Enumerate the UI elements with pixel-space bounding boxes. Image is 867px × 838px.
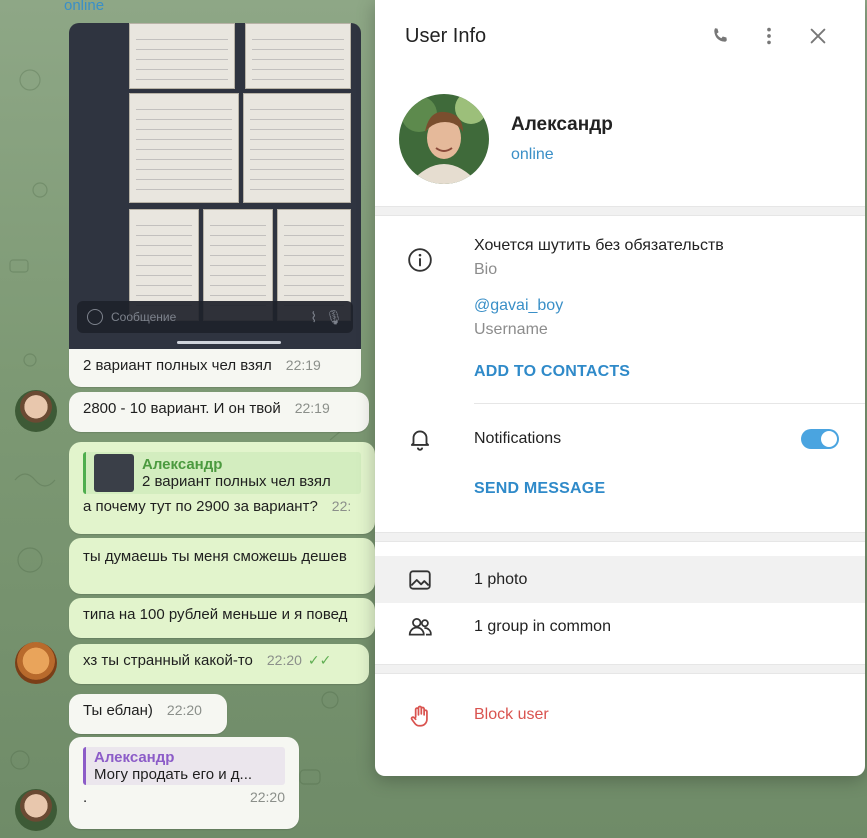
message-text: 2 вариант полных чел взял (83, 357, 272, 374)
message-bubble[interactable]: типа на 100 рублей меньше и я повед (69, 598, 375, 638)
groups-row[interactable]: 1 group in common (375, 603, 865, 650)
username-text[interactable]: @gavai_boy (474, 297, 563, 315)
profile-name: Александр (511, 114, 613, 135)
block-user-row[interactable]: Block user (375, 674, 865, 756)
message-text: хз ты странный какой-то (83, 652, 253, 669)
profile-status: online (511, 146, 554, 163)
message-text: . (83, 789, 88, 806)
send-message-row: SEND MESSAGE (375, 474, 865, 532)
add-to-contacts-button[interactable]: ADD TO CONTACTS (474, 363, 630, 403)
avatar[interactable] (15, 642, 57, 684)
photo-content (129, 23, 351, 321)
block-user-button[interactable]: Block user (474, 706, 549, 724)
bio-row[interactable]: Хочется шутить без обязательств Bio (375, 216, 865, 279)
message-time: 22:20 (249, 789, 285, 805)
username-row[interactable]: @gavai_boy Username (375, 279, 865, 339)
message-time: 22:20 (266, 652, 302, 668)
notifications-toggle[interactable] (801, 429, 839, 449)
notifications-label: Notifications (474, 430, 562, 447)
message-text: 2800 - 10 вариант. И он твой (83, 400, 281, 417)
profile-avatar[interactable] (399, 94, 489, 184)
reply-quote[interactable]: Александр 2 вариант полных чел взял (83, 452, 361, 494)
message-time: 22:19 (294, 400, 330, 416)
photo-home-indicator (177, 341, 281, 344)
double-check-icon: ✓✓ (307, 652, 332, 668)
photo-input-bar: Сообщение ⌇ 🎙 (77, 301, 353, 333)
close-icon (810, 28, 826, 44)
group-icon (405, 612, 435, 642)
send-message-button[interactable]: SEND MESSAGE (474, 480, 605, 498)
close-button[interactable] (801, 19, 835, 53)
call-button[interactable] (703, 19, 737, 53)
message-bubble[interactable]: ты думаешь ты меня сможешь дешев (69, 538, 375, 594)
quote-text: Могу продать его и д... (94, 766, 253, 783)
message-text: ты думаешь ты меня сможешь дешев (83, 548, 347, 565)
info-icon (405, 245, 435, 275)
panel-title: User Info (405, 24, 487, 47)
add-to-contacts-row: ADD TO CONTACTS (375, 339, 865, 403)
photo-input-placeholder: Сообщение (111, 310, 177, 324)
groups-label: 1 group in common (474, 617, 611, 635)
message-text: типа на 100 рублей меньше и я повед (83, 606, 348, 623)
phone-icon (714, 28, 727, 42)
sticker-icon (87, 309, 103, 325)
message-bubble[interactable]: Ты еблан) 22:20 (69, 694, 227, 734)
hand-stop-icon (405, 701, 435, 731)
shared-photo[interactable]: Сообщение ⌇ 🎙 (69, 23, 361, 349)
reply-quote[interactable]: Александр Могу продать его и д... (83, 747, 285, 785)
bell-icon (405, 424, 435, 454)
user-info-panel: User Info Александр online Хочется шутит… (375, 0, 865, 776)
notifications-row[interactable]: Notifications (375, 404, 865, 474)
message-time: 22:19 (285, 357, 321, 373)
avatar[interactable] (15, 390, 57, 432)
quote-text: 2 вариант полных чел взял (142, 473, 331, 490)
section-divider (375, 532, 865, 542)
message-bubble[interactable]: Александр Могу продать его и д... . 22:20 (69, 737, 299, 829)
photos-row[interactable]: 1 photo (375, 556, 865, 603)
message-bubble[interactable]: 2800 - 10 вариант. И он твой 22:19 (69, 392, 369, 432)
chat-header-status: online (64, 0, 105, 14)
profile-section: Александр online (375, 72, 865, 206)
message-text: Ты еблан) (83, 702, 153, 719)
message-bubble[interactable]: хз ты странный какой-то 22:20 ✓✓ (69, 644, 369, 684)
panel-header: User Info (375, 0, 865, 72)
section-divider (375, 206, 865, 216)
paperclip-icon: ⌇ (310, 308, 318, 325)
section-divider (375, 664, 865, 674)
message-text: а почему тут по 2900 за вариант? (83, 498, 318, 515)
bio-text: Хочется шутить без обязательств (474, 237, 724, 254)
message-time: 22: (331, 498, 352, 514)
username-label: Username (474, 321, 548, 338)
more-vertical-icon (767, 27, 771, 45)
more-button[interactable] (752, 19, 786, 53)
message-bubble[interactable]: Александр 2 вариант полных чел взял а по… (69, 442, 375, 534)
quote-thumbnail (94, 454, 134, 492)
avatar[interactable] (15, 789, 57, 831)
quote-author: Александр (142, 456, 223, 473)
profile-photo (399, 94, 489, 184)
quote-author: Александр (94, 749, 175, 766)
message-time: 22:20 (166, 702, 202, 718)
microphone-icon: 🎙 (325, 308, 343, 325)
photo-icon (405, 565, 435, 595)
photos-label: 1 photo (474, 570, 528, 588)
bio-label: Bio (474, 261, 498, 278)
message-bubble[interactable]: 2 вариант полных чел взял 22:19 (69, 349, 361, 387)
